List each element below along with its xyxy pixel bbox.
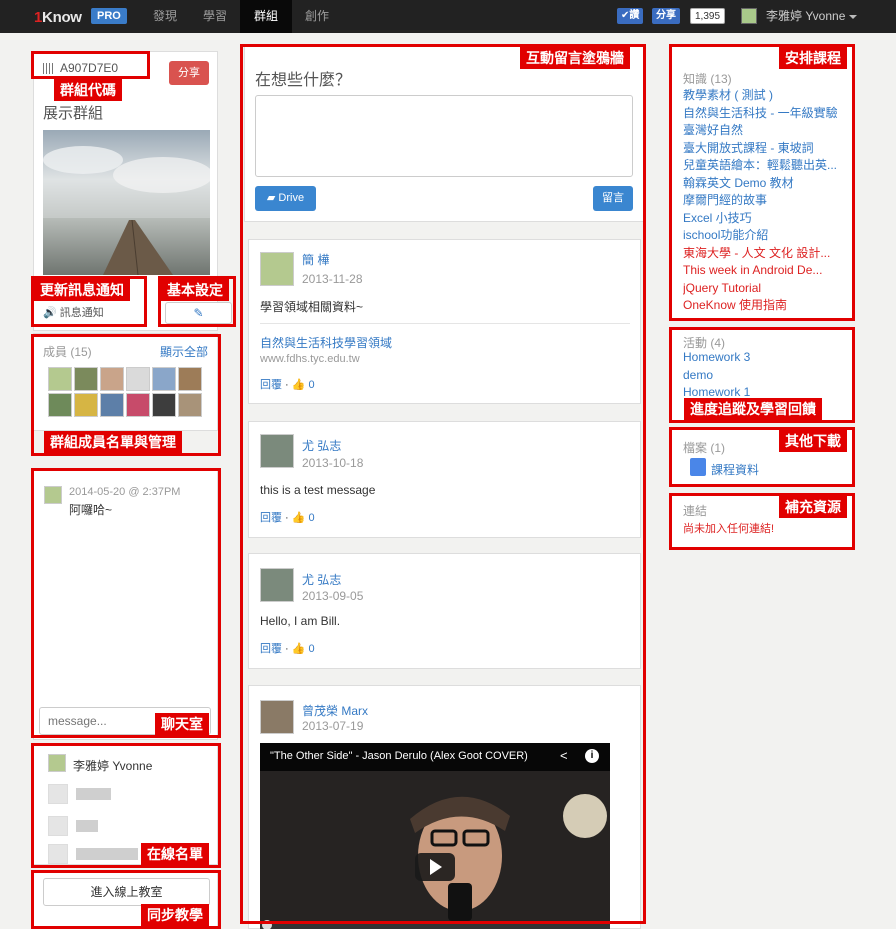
annotation-label: 同步教學 — [141, 904, 209, 926]
nav-learn[interactable]: 學習 — [203, 0, 227, 33]
user-avatar[interactable] — [741, 8, 757, 24]
share-count: 1,395 — [690, 8, 726, 24]
annotation-label: 其他下載 — [779, 430, 847, 452]
annotation-label: 進度追蹤及學習回饋 — [684, 398, 822, 420]
logo[interactable]: 1Know — [34, 9, 82, 26]
group-share-button[interactable]: 分享 — [169, 61, 209, 85]
share-button[interactable]: 分享 — [652, 8, 680, 24]
annotation-box — [31, 468, 221, 738]
nav-create[interactable]: 創作 — [305, 0, 329, 33]
annotation-box — [31, 51, 150, 79]
user-name: 李雅婷 Yvonne — [766, 9, 846, 23]
annotation-label: 補充資源 — [779, 496, 847, 518]
logo-number: 1 — [34, 9, 43, 26]
like-button[interactable]: ✔讚 — [617, 8, 644, 24]
top-navbar: 1Know PRO 發現 學習 群組 創作 ✔讚 分享 1,395 李雅婷 Yv… — [0, 0, 896, 33]
group-cover-image — [43, 130, 210, 275]
annotation-box — [669, 44, 855, 321]
logo-text: Know — [42, 9, 82, 26]
pro-badge: PRO — [91, 8, 127, 24]
annotation-label: 在線名單 — [141, 843, 209, 865]
annotation-box — [240, 44, 646, 924]
annotation-label: 互動留言塗鴉牆 — [520, 47, 630, 69]
annotation-label: 群組代碼 — [54, 79, 122, 101]
annotation-label: 基本設定 — [161, 279, 229, 301]
nav-discover[interactable]: 發現 — [153, 0, 177, 33]
caret-down-icon — [849, 14, 858, 19]
user-menu[interactable]: 李雅婷 Yvonne — [766, 0, 858, 33]
annotation-label: 群組成員名單與管理 — [44, 431, 182, 453]
nav-groups[interactable]: 群組 — [240, 0, 293, 33]
like-label: 讚 — [629, 10, 640, 21]
annotation-label: 更新訊息通知 — [34, 279, 130, 301]
annotation-label: 聊天室 — [155, 713, 209, 735]
group-name: 展示群組 — [43, 105, 104, 122]
annotation-label: 安排課程 — [779, 47, 847, 69]
